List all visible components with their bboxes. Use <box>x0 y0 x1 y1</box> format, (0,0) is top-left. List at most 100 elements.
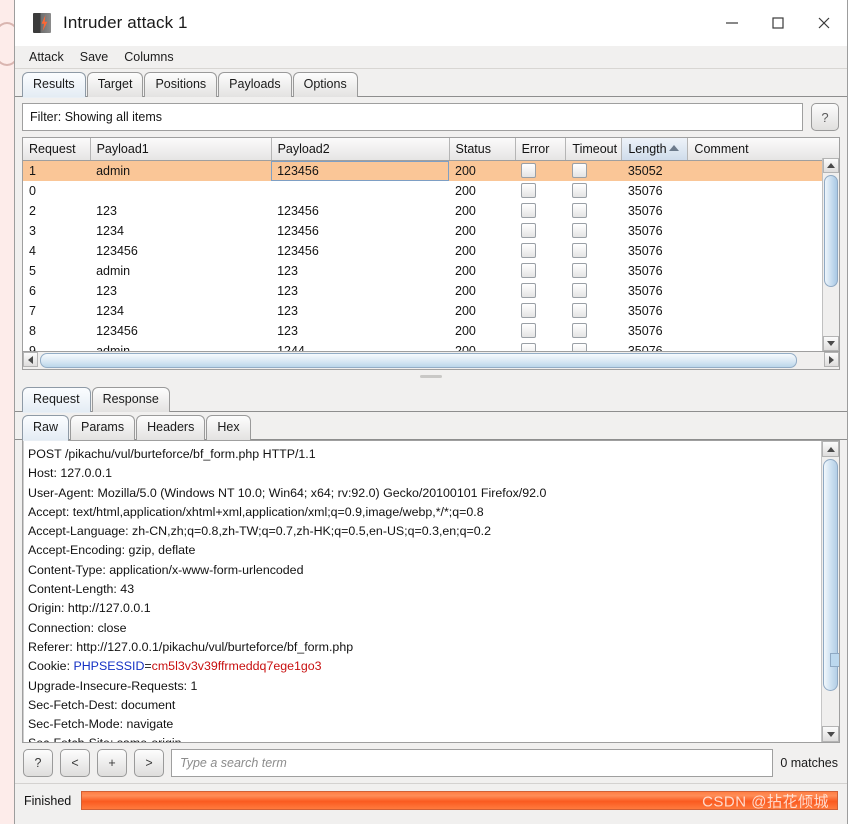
timeout-checkbox[interactable] <box>571 223 587 238</box>
column-header-status[interactable]: Status <box>449 138 516 161</box>
tab-headers[interactable]: Headers <box>136 415 206 440</box>
filter-bar[interactable]: Filter: Showing all items <box>22 103 803 131</box>
tab-params[interactable]: Params <box>70 415 136 440</box>
editor-scroll-down-arrow-icon[interactable] <box>822 726 839 742</box>
table-row[interactable]: 0 200 35076 <box>23 181 839 201</box>
timeout-checkbox[interactable] <box>571 283 587 298</box>
table-row[interactable]: 6 123 123 200 35076 <box>23 281 839 301</box>
cell-error <box>515 221 566 241</box>
menu-item-attack[interactable]: Attack <box>21 48 72 66</box>
cell-status: 200 <box>449 160 516 181</box>
request-line: Sec-Fetch-Dest: document <box>28 697 176 712</box>
table-row[interactable]: 3 1234 123456 200 35076 <box>23 221 839 241</box>
timeout-checkbox[interactable] <box>571 263 587 278</box>
timeout-checkbox[interactable] <box>571 343 587 351</box>
column-header-timeout[interactable]: Timeout <box>565 138 623 161</box>
cell-timeout <box>566 241 622 261</box>
error-checkbox[interactable] <box>521 203 537 218</box>
request-line: Sec-Fetch-Site: same-origin <box>28 734 821 742</box>
error-checkbox[interactable] <box>521 183 537 198</box>
timeout-checkbox[interactable] <box>571 243 587 258</box>
cell-comment <box>688 281 839 301</box>
tab-positions[interactable]: Positions <box>144 72 218 97</box>
error-checkbox[interactable] <box>521 243 537 258</box>
table-row[interactable]: 5 admin 123 200 35076 <box>23 261 839 281</box>
timeout-checkbox[interactable] <box>571 183 587 198</box>
table-header-row: Request Payload1 Payload2 Status Error T… <box>23 138 839 161</box>
search-next-button[interactable]: > <box>134 749 164 777</box>
cell-timeout <box>566 201 622 221</box>
table-row[interactable]: 9 admin 1244 200 35076 <box>23 341 839 351</box>
scroll-down-arrow-icon[interactable] <box>823 336 839 351</box>
splitter-grip <box>420 375 442 378</box>
timeout-checkbox[interactable] <box>571 163 587 178</box>
menu-item-columns[interactable]: Columns <box>116 48 181 66</box>
table-row[interactable]: 7 1234 123 200 35076 <box>23 301 839 321</box>
error-checkbox[interactable] <box>521 343 537 351</box>
cell-error <box>515 301 566 321</box>
tab-options[interactable]: Options <box>292 72 358 97</box>
timeout-checkbox[interactable] <box>571 303 587 318</box>
timeout-checkbox[interactable] <box>571 323 587 338</box>
error-checkbox[interactable] <box>521 323 537 338</box>
column-header-request[interactable]: Request <box>23 138 91 161</box>
cell-status: 200 <box>455 224 476 238</box>
tab-hex[interactable]: Hex <box>206 415 251 440</box>
results-vertical-scrollbar[interactable] <box>822 158 839 351</box>
editor-scroll-up-arrow-icon[interactable] <box>822 441 839 457</box>
search-prev-button[interactable]: < <box>60 749 90 777</box>
cell-payload2: 123 <box>277 304 298 318</box>
cell-error <box>515 261 566 281</box>
table-row[interactable]: 4 123456 123456 200 35076 <box>23 241 839 261</box>
tab-response[interactable]: Response <box>91 387 170 412</box>
column-header-comment[interactable]: Comment <box>687 138 839 161</box>
cell-length: 35076 <box>627 264 663 278</box>
column-header-length[interactable]: Length <box>621 138 689 161</box>
tab-raw[interactable]: Raw <box>22 415 70 441</box>
table-row[interactable]: 8 123456 123 200 35076 <box>23 321 839 341</box>
filter-help-icon[interactable]: ? <box>811 103 839 131</box>
timeout-checkbox[interactable] <box>571 203 587 218</box>
scroll-left-arrow-icon[interactable] <box>23 352 38 367</box>
tab-request[interactable]: Request <box>22 387 91 413</box>
horizontal-scroll-thumb[interactable] <box>40 353 797 368</box>
error-checkbox[interactable] <box>521 263 537 278</box>
request-raw-text[interactable]: POST /pikachu/vul/burteforce/bf_form.php… <box>23 441 821 742</box>
search-add-button[interactable]: + <box>97 749 127 777</box>
column-header-error[interactable]: Error <box>515 138 567 161</box>
scroll-right-arrow-icon[interactable] <box>824 352 839 367</box>
editor-vertical-scrollbar[interactable] <box>821 441 839 742</box>
tab-results[interactable]: Results <box>22 72 86 98</box>
request-editor-container: POST /pikachu/vul/burteforce/bf_form.php… <box>22 440 840 743</box>
error-checkbox[interactable] <box>521 163 537 178</box>
error-checkbox[interactable] <box>521 223 537 238</box>
cell-comment <box>688 181 839 201</box>
table-row[interactable]: 1 admin 123456 200 35052 <box>23 160 839 181</box>
cell-status: 200 <box>455 264 476 278</box>
cell-payload1: admin <box>96 264 131 278</box>
vertical-scroll-thumb[interactable] <box>824 175 838 287</box>
panel-splitter[interactable] <box>15 370 847 384</box>
tab-payloads[interactable]: Payloads <box>218 72 292 97</box>
attack-progress-bar: CSDN @拈花倾城 <box>81 791 838 810</box>
search-input[interactable]: Type a search term <box>171 749 774 777</box>
tab-target[interactable]: Target <box>86 72 144 97</box>
maximize-icon[interactable] <box>755 0 801 46</box>
search-help-icon[interactable]: ? <box>23 749 53 777</box>
cell-payload1: admin <box>90 160 272 181</box>
error-checkbox[interactable] <box>521 303 537 318</box>
cookie-param-value: cm5l3v3v39ffrmeddq7ege1go3 <box>151 659 322 674</box>
cell-payload1: 123456 <box>96 324 138 338</box>
editor-scroll-thumb[interactable] <box>823 459 839 691</box>
menu-item-save[interactable]: Save <box>72 48 117 66</box>
column-header-payload2[interactable]: Payload2 <box>271 138 450 161</box>
table-row[interactable]: 2 123 123456 200 35076 <box>23 201 839 221</box>
results-horizontal-scrollbar[interactable] <box>22 352 840 370</box>
close-icon[interactable] <box>801 0 847 46</box>
error-checkbox[interactable] <box>521 283 537 298</box>
minimize-icon[interactable] <box>709 0 755 46</box>
cell-payload1: 1234 <box>96 304 124 318</box>
cell-payload1: 123 <box>96 284 117 298</box>
column-header-payload1[interactable]: Payload1 <box>90 138 272 161</box>
scroll-up-arrow-icon[interactable] <box>823 158 839 173</box>
